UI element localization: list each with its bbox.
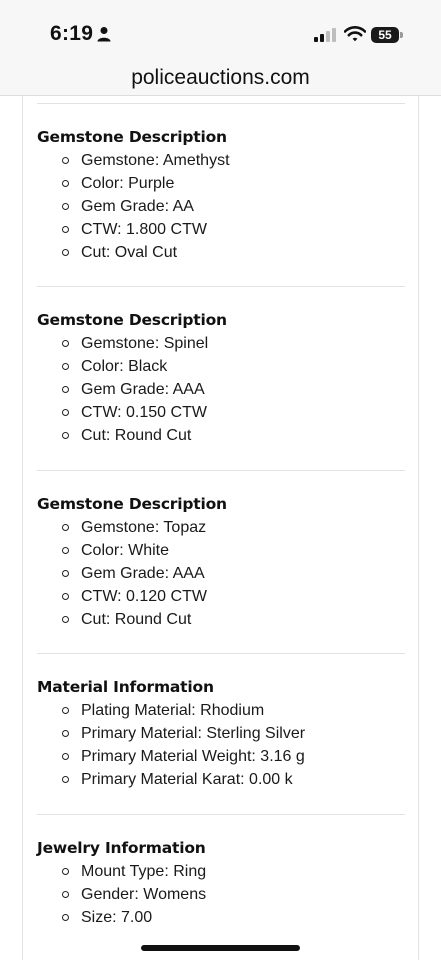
bullet-icon: [62, 363, 69, 370]
list-item-text: CTW: 0.150 CTW: [81, 404, 207, 421]
bullet-icon: [62, 868, 69, 875]
bullet-icon: [62, 616, 69, 623]
person-icon: [97, 27, 111, 42]
list-item: Cut: Oval Cut: [37, 241, 405, 264]
battery-level: 55: [378, 28, 392, 42]
list-item-text: Size: 7.00: [81, 909, 153, 926]
section-divider: [37, 470, 405, 471]
bullet-icon: [62, 570, 69, 577]
list-item-text: Gemstone: Topaz: [81, 519, 207, 536]
bullet-icon: [62, 340, 69, 347]
bullet-icon: [62, 707, 69, 714]
bullet-icon: [62, 593, 69, 600]
list-item: Color: Purple: [37, 172, 405, 195]
list-item: Color: White: [37, 539, 405, 562]
status-time: 6:19: [50, 22, 94, 45]
list-item-text: Gemstone: Spinel: [81, 335, 209, 352]
bullet-icon: [62, 753, 69, 760]
section-divider: [37, 814, 405, 815]
gemstone-description-section: Gemstone Description Gemstone: Topaz Col…: [37, 493, 405, 631]
list-item: Gem Grade: AAA: [37, 378, 405, 401]
bullet-icon: [62, 226, 69, 233]
section-divider: [37, 653, 405, 654]
bullet-icon: [62, 432, 69, 439]
list-item: Gemstone: Amethyst: [37, 149, 405, 172]
list-item-text: Primary Material: Sterling Silver: [81, 725, 306, 742]
list-item-text: CTW: 0.120 CTW: [81, 588, 207, 605]
gemstone-description-section: Gemstone Description Gemstone: Spinel Co…: [37, 309, 405, 447]
list-item-text: Gem Grade: AAA: [81, 381, 205, 398]
home-indicator[interactable]: [141, 945, 300, 951]
section-title: Gemstone Description: [37, 311, 227, 329]
list-item: Color: Black: [37, 355, 405, 378]
list-item: Gender: Womens: [37, 883, 405, 906]
section-title: Material Information: [37, 678, 214, 696]
list-item: Gemstone: Topaz: [37, 516, 405, 539]
section-divider: [37, 286, 405, 287]
bullet-icon: [62, 203, 69, 210]
jewelry-information-section: Jewelry Information Mount Type: Ring Gen…: [37, 837, 405, 929]
list-item-text: Gem Grade: AAA: [81, 565, 205, 582]
list-item: CTW: 0.150 CTW: [37, 401, 405, 424]
list-item-text: Cut: Round Cut: [81, 611, 192, 628]
list-item-text: Color: White: [81, 542, 170, 559]
bullet-icon: [62, 157, 69, 164]
list-item-text: Gem Grade: AA: [81, 198, 194, 215]
list-item: Cut: Round Cut: [37, 424, 405, 447]
list-item-text: Gemstone: Amethyst: [81, 152, 230, 169]
list-item-text: Mount Type: Ring: [81, 863, 207, 880]
list-item-text: Color: Purple: [81, 175, 175, 192]
list-item-text: Primary Material Weight: 3.16 g: [81, 748, 305, 765]
list-item: CTW: 0.120 CTW: [37, 585, 405, 608]
bullet-icon: [62, 891, 69, 898]
battery-icon: 55: [371, 27, 399, 43]
list-item-text: Cut: Round Cut: [81, 427, 192, 444]
list-item: Cut: Round Cut: [37, 608, 405, 631]
list-item-text: Color: Black: [81, 358, 168, 375]
bullet-icon: [62, 386, 69, 393]
bullet-icon: [62, 547, 69, 554]
bullet-icon: [62, 409, 69, 416]
battery-cap: [400, 32, 403, 38]
section-title: Gemstone Description: [37, 128, 227, 146]
bullet-icon: [62, 730, 69, 737]
list-item: Gem Grade: AAA: [37, 562, 405, 585]
material-information-section: Material Information Plating Material: R…: [37, 676, 405, 791]
bullet-icon: [62, 776, 69, 783]
list-item: CTW: 1.800 CTW: [37, 218, 405, 241]
bullet-icon: [62, 914, 69, 921]
bullet-icon: [62, 249, 69, 256]
section-divider: [37, 103, 405, 104]
list-item: Size: 7.00: [37, 906, 405, 929]
page-content: Gemstone Description Gemstone: Amethyst …: [22, 96, 419, 960]
list-item: Gem Grade: AA: [37, 195, 405, 218]
wifi-icon: [344, 26, 366, 42]
gemstone-description-section: Gemstone Description Gemstone: Amethyst …: [37, 126, 405, 264]
bullet-icon: [62, 524, 69, 531]
list-item-text: Primary Material Karat: 0.00 k: [81, 771, 293, 788]
list-item: Plating Material: Rhodium: [37, 699, 405, 722]
cellular-signal-icon: [314, 28, 336, 42]
list-item: Primary Material Karat: 0.00 k: [37, 768, 405, 791]
list-item-text: CTW: 1.800 CTW: [81, 221, 207, 238]
list-item: Primary Material Weight: 3.16 g: [37, 745, 405, 768]
list-item-text: Gender: Womens: [81, 886, 207, 903]
status-bar: 6:19 55: [0, 0, 441, 62]
list-item-text: Cut: Oval Cut: [81, 244, 178, 261]
list-item: Mount Type: Ring: [37, 860, 405, 883]
section-title: Gemstone Description: [37, 495, 227, 513]
list-item: Primary Material: Sterling Silver: [37, 722, 405, 745]
list-item: Gemstone: Spinel: [37, 332, 405, 355]
list-item-text: Plating Material: Rhodium: [81, 702, 265, 719]
url-domain[interactable]: policeauctions.com: [0, 66, 441, 90]
section-title: Jewelry Information: [37, 839, 206, 857]
address-bar[interactable]: policeauctions.com: [0, 62, 441, 96]
bullet-icon: [62, 180, 69, 187]
